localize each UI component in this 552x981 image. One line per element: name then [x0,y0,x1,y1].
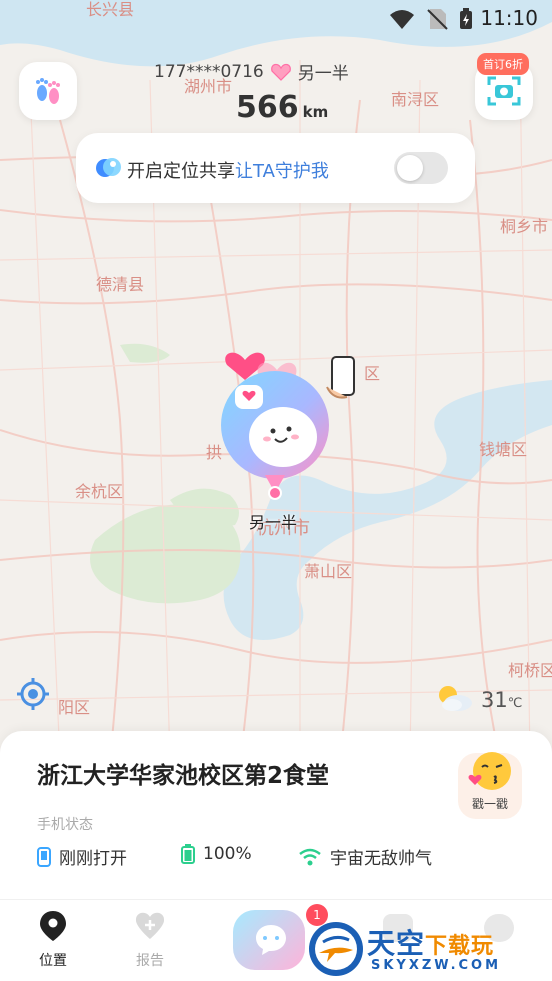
tab-report-label: 报告 [136,953,164,969]
partner-phone: 177****0716 [154,61,264,82]
no-sim-icon [427,9,448,30]
tab-report[interactable]: 报告 [120,910,180,970]
share-text: 开启定位共享让TA守护我 [127,161,329,182]
map-label: 柯桥区 [508,661,552,680]
heart-icon [270,63,291,81]
wifi-status: 宇宙无敌帅气 [298,844,432,869]
share-link[interactable]: 让TA守护我 [235,161,329,182]
poke-label: 戳一戳 [471,797,508,811]
footprints-icon [36,78,60,104]
chat-button[interactable] [233,910,305,970]
distance-readout: 566 km [236,90,328,125]
screen-status-text: 刚刚打开 [59,849,127,869]
kiss-emoji-icon [468,752,511,790]
share-location-icon [96,158,121,177]
weather-temperature: 31℃ [481,688,523,712]
map-label: 萧山区 [304,562,353,581]
site-watermark: 天空下载玩 SKYXZW.COM [305,918,552,981]
crosshair-icon [17,678,49,710]
map-label: 德清县 [96,275,145,294]
status-bar: 11:10 [0,0,552,36]
map-label: 钱塘区 [479,440,528,459]
partner-marker[interactable] [215,325,360,505]
heart-plus-icon [135,912,165,939]
map-label: 阳区 [58,698,91,717]
map-label: 区 [364,364,381,383]
location-card: 浙江大学华家池校区第2食堂 手机状态 刚刚打开 100% 宇宙无敌帅气 戳一戳 [0,731,552,901]
partly-cloudy-icon [439,686,472,711]
screen-status: 刚刚打开 [37,844,127,869]
place-name: 浙江大学华家池校区第2食堂 [37,763,330,789]
location-share-card: 开启定位共享让TA守护我 [76,133,475,203]
promo-badge[interactable]: 首订6折 [477,53,529,75]
location-pin-icon [40,911,66,941]
marker-name[interactable]: 另一半 [249,509,297,533]
map-label: 余杭区 [75,482,124,501]
battery-status: 100% [181,844,252,864]
battery-text: 100% [203,844,252,864]
tab-location-label: 位置 [39,953,67,969]
tab-location[interactable]: 位置 [23,910,83,970]
phone-status-label: 手机状态 [37,817,93,833]
phone-screen-icon [37,846,51,867]
plane-logo-icon [309,922,363,976]
wifi-name: 宇宙无敌帅气 [330,849,432,869]
footprint-button[interactable] [19,62,77,120]
distance-value: 566 [236,90,299,125]
poke-button[interactable]: 戳一戳 [458,752,522,819]
map-label: 南浔区 [391,90,440,109]
distance-unit: km [302,103,329,121]
partner-info[interactable]: 177****0716 另一半 [154,59,349,85]
locate-me-button[interactable] [16,677,50,711]
scan-camera-icon [487,76,521,106]
watermark-domain: SKYXZW.COM [371,958,502,973]
battery-charging-icon [460,8,472,29]
share-toggle[interactable] [394,152,448,184]
partner-name: 另一半 [297,64,349,84]
status-time: 11:10 [480,6,538,30]
battery-icon [181,844,195,864]
wifi-icon [299,848,321,865]
wifi-signal-icon [390,10,414,29]
watermark-title: 天空下载玩 [367,927,495,960]
map-label: 桐乡市 [500,217,549,236]
chat-bubble-icon [256,925,286,955]
